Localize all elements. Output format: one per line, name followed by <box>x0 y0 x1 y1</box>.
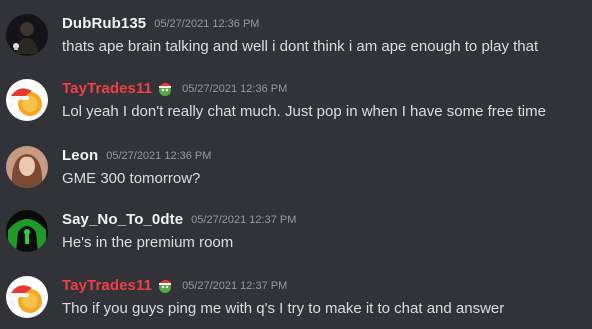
timestamp: 05/27/2021 12:36 PM <box>154 18 260 30</box>
avatar[interactable] <box>6 79 48 121</box>
username[interactable]: Say_No_To_0dte <box>62 211 183 228</box>
username[interactable]: TayTrades11 <box>62 80 152 97</box>
chat-message-list: DubRub135 05/27/2021 12:36 PM thats ape … <box>0 0 592 329</box>
timestamp: 05/27/2021 12:37 PM <box>191 214 297 226</box>
chat-message: Say_No_To_0dte 05/27/2021 12:37 PM He's … <box>0 206 592 262</box>
avatar[interactable] <box>6 276 48 318</box>
username[interactable]: DubRub135 <box>62 15 146 32</box>
timestamp: 05/27/2021 12:36 PM <box>106 150 212 162</box>
portrait-avatar-icon <box>6 146 48 188</box>
chat-message: TayTrades11 05/27/2021 12:36 PM Lol yeah… <box>0 75 592 131</box>
green-hooded-figure-avatar-icon <box>6 210 48 252</box>
username[interactable]: Leon <box>62 147 98 164</box>
message-text: He's in the premium room <box>62 234 234 251</box>
chat-message: Leon 05/27/2021 12:36 PM GME 300 tomorro… <box>0 142 592 198</box>
timestamp: 05/27/2021 12:37 PM <box>182 280 288 292</box>
avatar[interactable] <box>6 210 48 252</box>
santa-hat-coin-avatar-icon <box>6 79 48 121</box>
pepe-santa-emoji-icon <box>156 79 174 97</box>
chat-message: TayTrades11 05/27/2021 12:37 PM Tho if y… <box>0 272 592 328</box>
pepe-santa-emoji-icon <box>156 276 174 294</box>
timestamp: 05/27/2021 12:36 PM <box>182 83 288 95</box>
chat-message: DubRub135 05/27/2021 12:36 PM thats ape … <box>0 10 592 66</box>
avatar[interactable] <box>6 14 48 56</box>
username[interactable]: TayTrades11 <box>62 277 152 294</box>
message-text: Lol yeah I don't really chat much. Just … <box>62 103 546 120</box>
santa-hat-coin-avatar-icon <box>6 276 48 318</box>
message-text: GME 300 tomorrow? <box>62 170 201 187</box>
message-text: thats ape brain talking and well i dont … <box>62 38 539 55</box>
dark-figure-avatar-icon <box>6 14 48 56</box>
avatar[interactable] <box>6 146 48 188</box>
message-text: Tho if you guys ping me with q's I try t… <box>62 300 505 317</box>
